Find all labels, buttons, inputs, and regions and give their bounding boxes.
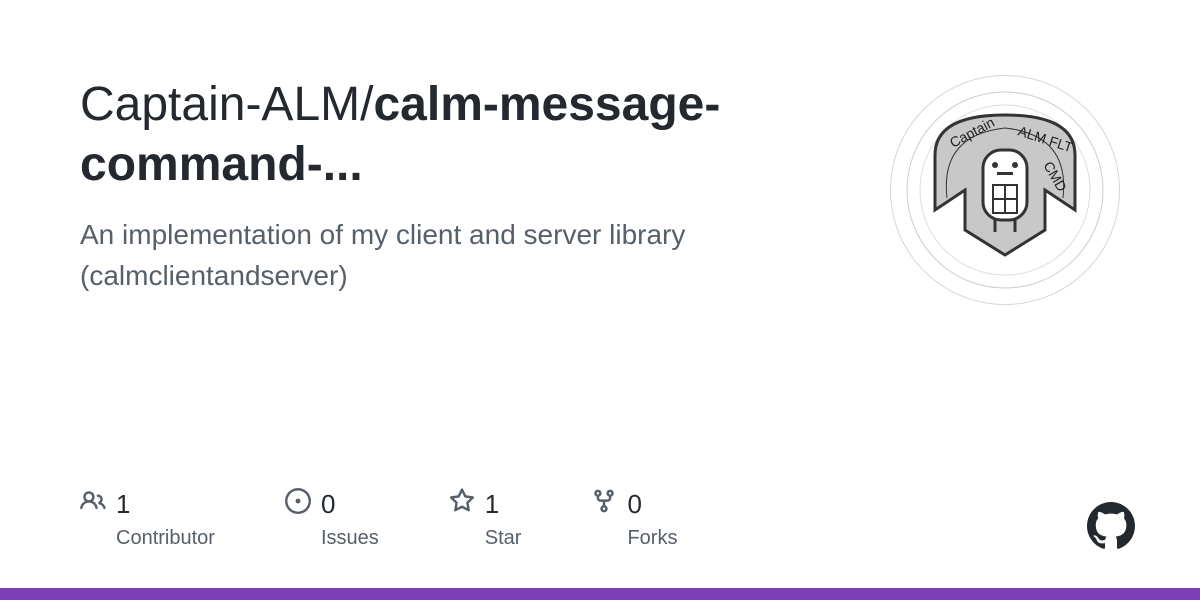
stat-issues[interactable]: 0 Issues [285,488,379,550]
stat-forks[interactable]: 0 Forks [591,488,677,550]
stat-stars[interactable]: 1 Star [449,488,522,550]
avatar-container[interactable]: Captain ALM FLT CMD [890,75,1120,305]
social-card: Captain-ALM/calm-message-command-... An … [0,0,1200,600]
stars-label: Star [485,527,522,550]
text-block: Captain-ALM/calm-message-command-... An … [80,75,890,296]
issues-count: 0 [321,489,335,520]
repo-title[interactable]: Captain-ALM/calm-message-command-... [80,75,850,195]
stat-top: 1 [80,488,130,521]
stat-top: 0 [285,488,335,521]
stat-contributors[interactable]: 1 Contributor [80,488,215,550]
github-logo[interactable] [1087,502,1135,555]
contributors-label: Contributor [116,527,215,550]
people-icon [80,488,106,521]
issue-icon [285,488,311,521]
forks-count: 0 [627,489,641,520]
repo-description: An implementation of my client and serve… [80,215,850,296]
fork-icon [591,488,617,521]
avatar[interactable]: Captain ALM FLT CMD [890,75,1120,305]
issues-label: Issues [321,527,379,550]
star-icon [449,488,475,521]
repo-owner[interactable]: Captain-ALM [80,78,360,131]
stat-top: 0 [591,488,641,521]
stars-count: 1 [485,489,499,520]
contributors-count: 1 [116,489,130,520]
accent-bar [0,588,1200,600]
github-icon [1087,502,1135,550]
stat-top: 1 [449,488,499,521]
stats-row: 1 Contributor 0 Issues 1 Star [80,488,677,550]
avatar-image: Captain ALM FLT CMD [905,90,1105,290]
repo-separator: / [360,78,373,131]
main-row: Captain-ALM/calm-message-command-... An … [80,75,1120,305]
forks-label: Forks [627,527,677,550]
